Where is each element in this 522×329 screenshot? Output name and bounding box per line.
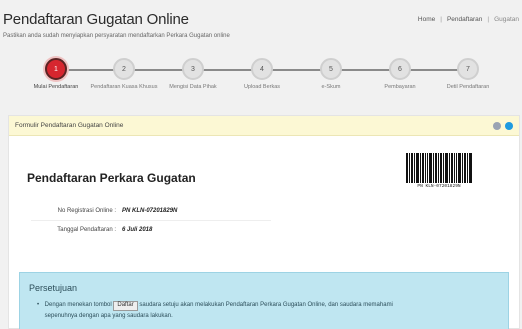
field-value: PN KLN-07201829N (122, 208, 178, 214)
step-mengisi-data-pihak[interactable]: 3 Mengisi Data Pihak (158, 56, 228, 91)
page-subtitle: Pastikan anda sudah menyiapkan persyarat… (3, 33, 230, 39)
form-title: Pendaftaran Perkara Gugatan (27, 171, 196, 185)
step-circle: 7 (457, 58, 479, 80)
step-mulai-pendaftaran[interactable]: 1 Mulai Pendaftaran (21, 56, 91, 91)
step-e-skum[interactable]: 5 e-Skum (296, 56, 366, 91)
agreement-title: Persetujuan (29, 283, 78, 293)
breadcrumb-separator: | (487, 16, 490, 23)
breadcrumb: Home | Pendaftaran | Gugatan (418, 16, 519, 23)
agreement-box: Persetujuan • Dengan menekan tombol Daft… (19, 272, 509, 329)
bullet-icon: • (37, 302, 40, 308)
agreement-text: • Dengan menekan tombol Daftar saudara s… (37, 300, 497, 321)
step-circle: 4 (251, 58, 273, 80)
step-detil-pendaftaran[interactable]: 7 Detil Pendaftaran (433, 56, 503, 91)
step-circle: 3 (182, 58, 204, 80)
agreement-text-line2: sepenuhnya dengan apa yang saudara lakuk… (44, 312, 173, 319)
step-label: e-Skum (321, 84, 341, 90)
breadcrumb-pendaftaran[interactable]: Pendaftaran (447, 16, 482, 23)
panel-header: Formulir Pendaftaran Gugatan Online (9, 116, 519, 136)
page-title: Pendaftaran Gugatan Online (3, 11, 189, 28)
registration-form-panel: Formulir Pendaftaran Gugatan Online Pend… (8, 115, 520, 329)
step-circle: 2 (113, 58, 135, 80)
step-upload-berkas[interactable]: 4 Upload Berkas (227, 56, 297, 91)
field-tanggal-pendaftaran: Tanggal Pendaftaran : 6 Juli 2018 (9, 227, 152, 233)
step-label: Detil Pendaftaran (446, 84, 490, 90)
gear-icon[interactable] (493, 122, 501, 130)
daftar-button[interactable]: Daftar (113, 301, 138, 311)
step-label: Pembayaran (384, 84, 416, 90)
step-label: Mulai Pendaftaran (33, 84, 79, 90)
field-divider (31, 220, 271, 221)
barcode-text: PN KLN-07201829N (417, 184, 461, 189)
step-label: Mengisi Data Pihak (169, 84, 217, 90)
agreement-text-after: saudara setuju akan melakukan Pendaftara… (139, 302, 393, 308)
step-pembayaran[interactable]: 6 Pembayaran (365, 56, 435, 91)
agreement-text-before: Dengan menekan tombol (44, 302, 112, 308)
field-label: No Registrasi Online : (57, 208, 116, 214)
panel-header-title: Formulir Pendaftaran Gugatan Online (15, 122, 124, 129)
registration-stepper: 1 Mulai Pendaftaran 2 Pendaftaran Kuasa … (0, 56, 522, 106)
breadcrumb-home[interactable]: Home (418, 16, 435, 23)
panel-tools (493, 122, 513, 130)
breadcrumb-gugatan: Gugatan (494, 16, 519, 23)
info-icon[interactable] (505, 122, 513, 130)
step-circle: 5 (320, 58, 342, 80)
field-label: Tanggal Pendaftaran : (57, 227, 116, 233)
step-label: Upload Berkas (243, 84, 281, 90)
field-no-registrasi: No Registrasi Online : PN KLN-07201829N (9, 208, 178, 214)
step-pendaftaran-kuasa[interactable]: 2 Pendaftaran Kuasa Khusus (89, 56, 159, 91)
step-label: Pendaftaran Kuasa Khusus (90, 84, 158, 90)
field-value: 6 Juli 2018 (122, 227, 153, 233)
step-circle: 6 (389, 58, 411, 80)
step-circle: 1 (45, 58, 67, 80)
barcode-icon (406, 153, 472, 183)
breadcrumb-separator: | (440, 16, 442, 23)
